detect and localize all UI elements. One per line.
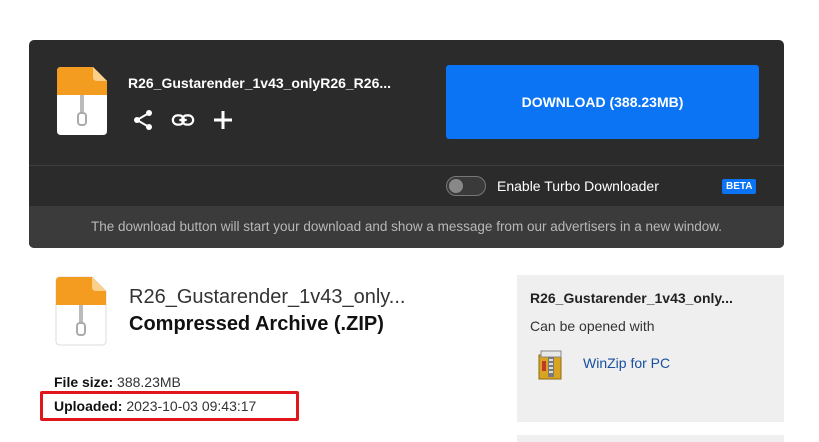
zip-file-icon (55, 276, 107, 346)
file-size-label: File size: (54, 374, 114, 390)
upload-date-highlight (40, 391, 299, 421)
winzip-icon[interactable] (536, 349, 566, 383)
turbo-downloader-row: Enable Turbo Downloader BETA (29, 165, 784, 206)
winzip-link[interactable]: WinZip for PC (583, 355, 670, 371)
share-icon[interactable] (131, 108, 155, 132)
file-size: File size: 388.23MB (54, 374, 181, 390)
panel-file-name: R26_Gustarender_1v43_only... (530, 290, 733, 306)
file-size-value: 388.23MB (117, 374, 181, 390)
panel-subtitle: Can be opened with (530, 318, 655, 334)
download-notice: The download button will start your down… (90, 219, 723, 234)
notice-bar: The download button will start your down… (29, 206, 784, 248)
turbo-label: Enable Turbo Downloader (497, 178, 659, 194)
file-name: R26_Gustarender_1v43_only... (129, 286, 406, 308)
open-with-panel: R26_Gustarender_1v43_only... Can be open… (517, 275, 784, 422)
beta-badge: BETA (722, 179, 757, 194)
turbo-toggle[interactable] (446, 176, 486, 196)
toggle-knob (449, 179, 463, 193)
download-button[interactable]: DOWNLOAD (388.23MB) (446, 65, 759, 139)
file-actions (131, 108, 235, 132)
file-type: Compressed Archive (.ZIP) (129, 313, 384, 335)
download-card: R26_Gustarender_1v43_onlyR26_R26... DOWN… (29, 40, 784, 248)
download-card-header: R26_Gustarender_1v43_onlyR26_R26... DOWN… (29, 40, 784, 165)
secondary-panel (517, 435, 784, 442)
file-name-title: R26_Gustarender_1v43_onlyR26_R26... (128, 75, 392, 91)
plus-icon[interactable] (211, 108, 235, 132)
zip-file-icon (57, 67, 107, 135)
link-icon[interactable] (171, 108, 195, 132)
